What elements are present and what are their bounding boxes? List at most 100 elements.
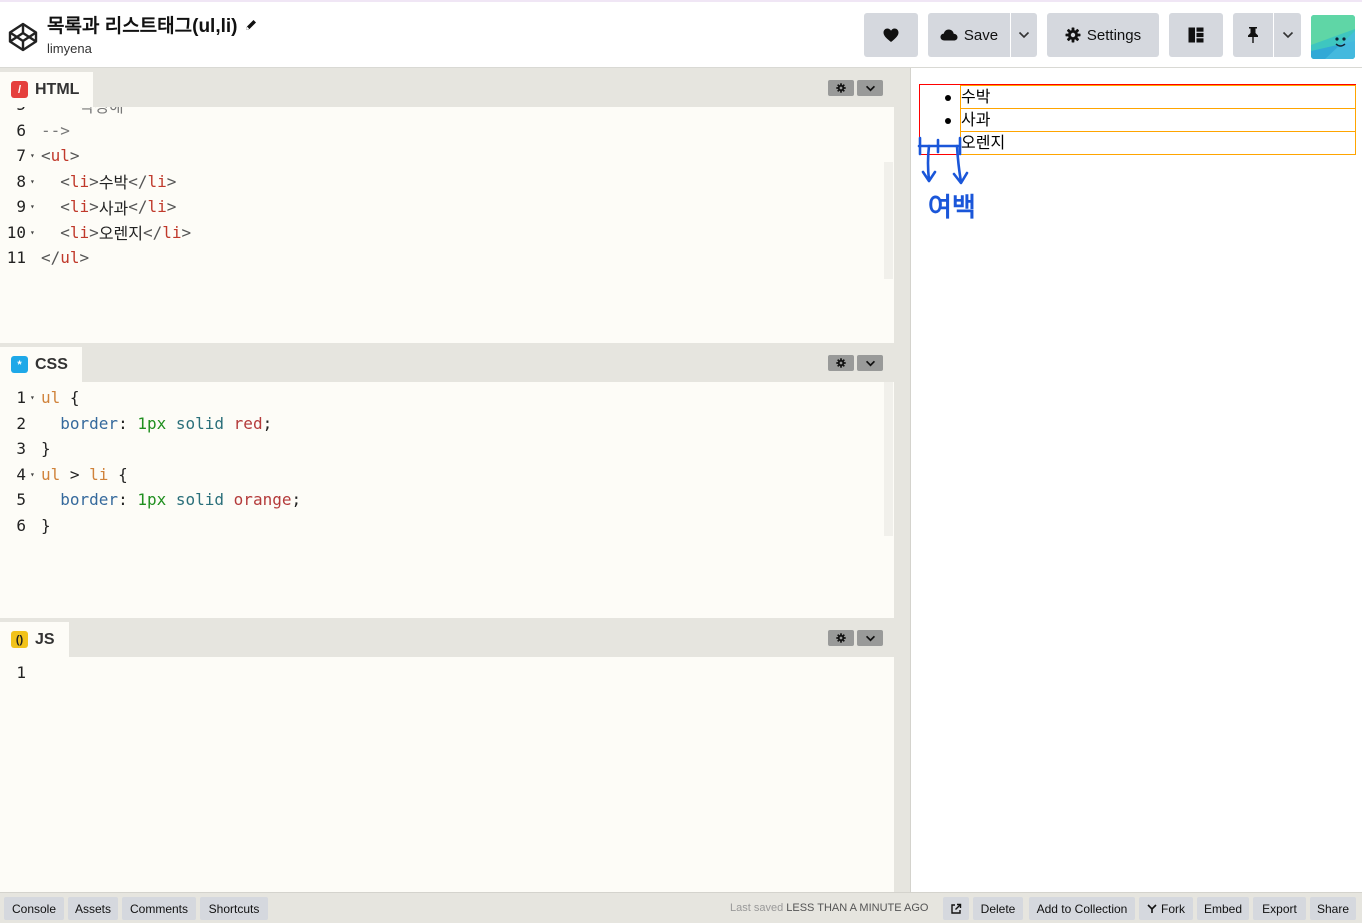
preview-list: 수박 사과 오렌지: [919, 84, 1356, 155]
console-button[interactable]: Console: [4, 897, 64, 920]
fold-arrow-icon[interactable]: ▾: [30, 151, 41, 160]
delete-button[interactable]: Delete: [973, 897, 1023, 920]
love-button[interactable]: [864, 13, 918, 57]
css-settings-button[interactable]: [828, 355, 854, 371]
code-token: li: [69, 222, 90, 242]
gear-icon: [1065, 27, 1081, 43]
share-button-label: Share: [1316, 901, 1350, 916]
add-to-collection-label: Add to Collection: [1036, 901, 1128, 916]
fork-button[interactable]: Fork: [1139, 897, 1193, 920]
code-token: >: [89, 197, 99, 216]
gear-icon: [836, 83, 846, 93]
js-tab-label: JS: [35, 630, 55, 648]
line-number: 9: [16, 197, 26, 216]
fold-arrow-icon[interactable]: ▾: [30, 202, 41, 211]
code-token: orange: [233, 490, 292, 509]
css-panel-header: * CSS: [0, 343, 894, 382]
code-token: 1px: [137, 413, 167, 433]
gear-icon: [836, 358, 846, 368]
code-line[interactable]: 4 ▾ ul > li {: [0, 462, 127, 487]
comments-button[interactable]: Comments: [122, 897, 196, 920]
export-button[interactable]: Export: [1253, 897, 1306, 920]
embed-button[interactable]: Embed: [1197, 897, 1249, 920]
save-button[interactable]: Save: [928, 13, 1010, 57]
tab-html[interactable]: / HTML: [0, 72, 94, 107]
code-line[interactable]: 9 ▾ < li > 사과 </li >: [0, 194, 176, 219]
code-line[interactable]: 6}: [0, 513, 50, 538]
html-slash-icon: /: [11, 81, 28, 98]
pane-resizer[interactable]: [894, 68, 911, 892]
embed-button-label: Embed: [1203, 901, 1243, 916]
code-line[interactable]: 10 ▾ < li > 오렌지 </li >: [0, 220, 191, 245]
code-line[interactable]: 2 border: 1px solid red;: [0, 411, 272, 436]
pen-title[interactable]: 목록과 리스트태그(ul,li): [47, 11, 258, 38]
editor-column: / HTML 5 작성해6-->7▾<ul>8▾ <li>수박</li>9▾ <…: [0, 68, 894, 892]
pen-author[interactable]: limyena: [47, 41, 258, 56]
save-options-button[interactable]: [1011, 13, 1037, 57]
fold-arrow-icon[interactable]: ▾: [30, 393, 41, 402]
html-scrollbar[interactable]: [884, 162, 893, 279]
share-button[interactable]: Share: [1310, 897, 1356, 920]
code-line[interactable]: 1 ▾ ul {: [0, 385, 79, 410]
code-token: >: [60, 464, 90, 484]
code-token: <: [41, 146, 51, 165]
code-token: ;: [291, 490, 302, 509]
fork-button-label: Fork: [1161, 901, 1185, 916]
line-number: 6: [16, 120, 26, 140]
css-code-editor[interactable]: 1 ▾ ul {2 border: 1px solid red; 3} 4 ▾ ul > l…: [0, 382, 894, 618]
change-view-button[interactable]: [1169, 13, 1223, 57]
pin-options-button[interactable]: [1274, 13, 1301, 57]
code-token: </: [128, 197, 148, 216]
code-line[interactable]: 3}: [0, 436, 50, 461]
add-to-collection-button[interactable]: Add to Collection: [1029, 897, 1135, 920]
tab-js[interactable]: () JS: [0, 622, 69, 657]
code-line[interactable]: 6 -->: [0, 118, 70, 143]
code-line[interactable]: 5 작성해: [0, 107, 124, 117]
shortcuts-button-label: Shortcuts: [208, 901, 260, 916]
pen-title-block: 목록과 리스트태그(ul,li) limyena: [47, 11, 258, 56]
fold-arrow-icon[interactable]: ▾: [30, 228, 41, 237]
code-line[interactable]: 11 </ul >: [0, 245, 89, 270]
css-collapse-button[interactable]: [857, 355, 883, 371]
js-collapse-button[interactable]: [857, 630, 883, 646]
assets-button[interactable]: Assets: [68, 897, 118, 920]
last-saved-status: Last saved LESS THAN A MINUTE AGO: [730, 902, 929, 914]
footer-bar: Console Assets Comments Shortcuts Last s…: [0, 892, 1362, 923]
line-number: 7: [16, 146, 26, 165]
settings-button[interactable]: Settings: [1047, 13, 1159, 57]
list-bullet: [945, 118, 951, 124]
line-number: 1: [16, 388, 26, 407]
fold-arrow-icon[interactable]: ▾: [30, 177, 41, 186]
pen-title-text[interactable]: 목록과 리스트태그(ul,li): [47, 11, 238, 38]
code-token: li: [89, 464, 109, 484]
pin-button[interactable]: [1233, 13, 1273, 57]
html-tab-label: HTML: [35, 80, 80, 98]
code-token: li: [147, 171, 167, 191]
code-line[interactable]: 8 ▾ < li > 수박 </li >: [0, 169, 176, 194]
open-external-button[interactable]: [943, 897, 969, 920]
code-token: red: [233, 413, 263, 433]
css-scrollbar[interactable]: [884, 382, 893, 536]
js-settings-button[interactable]: [828, 630, 854, 646]
code-line[interactable]: 7 ▾ < ul >: [0, 143, 79, 168]
line-number: 5: [16, 490, 26, 509]
code-token: 1px: [137, 490, 167, 509]
code-token: li: [147, 197, 167, 216]
js-code-editor[interactable]: 1: [0, 657, 894, 892]
html-collapse-button[interactable]: [857, 80, 883, 96]
user-avatar[interactable]: [1311, 15, 1355, 59]
code-line[interactable]: 5 border: 1px solid orange;: [0, 487, 301, 512]
code-line[interactable]: 1: [0, 660, 41, 685]
tab-css[interactable]: * CSS: [0, 347, 82, 382]
code-token: 작성해: [41, 107, 124, 117]
html-code-editor[interactable]: 5 작성해6-->7▾<ul>8▾ <li>수박</li>9▾ <li>사과</…: [0, 107, 894, 343]
header: 목록과 리스트태그(ul,li) limyena Save Settings: [0, 2, 1362, 68]
html-settings-button[interactable]: [828, 80, 854, 96]
fold-arrow-icon[interactable]: ▾: [30, 470, 41, 479]
cloud-icon: [940, 29, 958, 41]
codepen-logo-icon[interactable]: [7, 21, 39, 53]
css-asterisk-icon: *: [11, 356, 28, 373]
shortcuts-button[interactable]: Shortcuts: [200, 897, 268, 920]
code-token: ;: [262, 413, 273, 433]
pencil-icon[interactable]: [244, 18, 258, 32]
